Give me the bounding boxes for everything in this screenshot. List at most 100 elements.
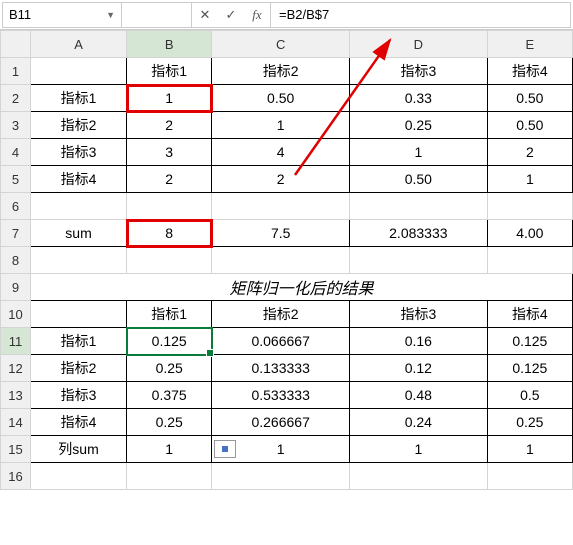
name-box[interactable]: B11 ▼	[2, 2, 122, 28]
fx-icon[interactable]: fx	[244, 3, 270, 27]
cell[interactable]: 指标4	[487, 58, 572, 85]
cell[interactable]: 1	[487, 436, 572, 463]
row-header[interactable]: 6	[1, 193, 31, 220]
row-header[interactable]: 8	[1, 247, 31, 274]
cell[interactable]: 0.133333	[212, 355, 350, 382]
cell[interactable]: 0.24	[350, 409, 488, 436]
cell[interactable]: 指标3	[350, 58, 488, 85]
cell[interactable]	[350, 193, 488, 220]
cell[interactable]: 指标2	[212, 58, 350, 85]
selected-cell[interactable]: 0.125	[127, 328, 212, 355]
row-header[interactable]: 2	[1, 85, 31, 112]
cell[interactable]	[31, 193, 127, 220]
cell[interactable]: 指标2	[31, 355, 127, 382]
spreadsheet[interactable]: A B C D E 1 指标1 指标2 指标3 指标4 2 指标1 1 0.50…	[0, 30, 573, 490]
cell[interactable]: 指标4	[31, 409, 127, 436]
cell[interactable]: 0.50	[212, 85, 350, 112]
cell[interactable]: 2	[487, 139, 572, 166]
cell[interactable]: 指标1	[31, 328, 127, 355]
cell[interactable]: 7.5	[212, 220, 350, 247]
col-header[interactable]: B	[127, 31, 212, 58]
cell[interactable]: 指标4	[487, 301, 572, 328]
cell[interactable]: 8	[127, 220, 212, 247]
chevron-down-icon[interactable]: ▼	[106, 10, 115, 20]
row-header[interactable]: 16	[1, 463, 31, 490]
merged-title-cell[interactable]: 矩阵归一化后的结果	[31, 274, 573, 301]
cell[interactable]: 1	[212, 436, 350, 463]
row-header[interactable]: 3	[1, 112, 31, 139]
cell[interactable]: 指标2	[212, 301, 350, 328]
cell[interactable]	[31, 247, 127, 274]
cell[interactable]: 0.5	[487, 382, 572, 409]
cell[interactable]: 2	[127, 112, 212, 139]
cell[interactable]: 0.50	[487, 85, 572, 112]
cell[interactable]: 0.48	[350, 382, 488, 409]
formula-input[interactable]: =B2/B$7	[271, 2, 571, 28]
cell[interactable]: 0.066667	[212, 328, 350, 355]
cell[interactable]: 1	[487, 166, 572, 193]
cell[interactable]: 指标4	[31, 166, 127, 193]
cell[interactable]: 指标2	[31, 112, 127, 139]
accept-icon[interactable]: ✓	[218, 3, 244, 27]
cell[interactable]	[31, 301, 127, 328]
cell[interactable]: 0.50	[487, 112, 572, 139]
row-header[interactable]: 7	[1, 220, 31, 247]
cell[interactable]: 0.25	[350, 112, 488, 139]
cell[interactable]: 0.12	[350, 355, 488, 382]
cell[interactable]: 1	[127, 436, 212, 463]
cell[interactable]: 1	[350, 436, 488, 463]
cell[interactable]: sum	[31, 220, 127, 247]
cell[interactable]	[350, 247, 488, 274]
cell[interactable]	[31, 463, 127, 490]
col-header[interactable]: C	[212, 31, 350, 58]
cell[interactable]: 0.33	[350, 85, 488, 112]
cell[interactable]: 1	[212, 112, 350, 139]
row-header[interactable]: 12	[1, 355, 31, 382]
cell[interactable]: 0.25	[487, 409, 572, 436]
cell[interactable]	[487, 463, 572, 490]
row-header[interactable]: 9	[1, 274, 31, 301]
cell[interactable]	[127, 193, 212, 220]
cell[interactable]	[212, 463, 350, 490]
cell[interactable]: 1	[127, 85, 212, 112]
row-header[interactable]: 13	[1, 382, 31, 409]
cell[interactable]	[212, 247, 350, 274]
select-all-corner[interactable]	[1, 31, 31, 58]
row-header[interactable]: 10	[1, 301, 31, 328]
cell[interactable]	[487, 247, 572, 274]
cell[interactable]: 1	[350, 139, 488, 166]
cell[interactable]: 2	[127, 166, 212, 193]
cell[interactable]: 指标1	[127, 301, 212, 328]
cell[interactable]: 0.25	[127, 409, 212, 436]
cell[interactable]: 2	[212, 166, 350, 193]
row-header[interactable]: 15	[1, 436, 31, 463]
col-header[interactable]: E	[487, 31, 572, 58]
cell[interactable]: 4.00	[487, 220, 572, 247]
cell[interactable]: 3	[127, 139, 212, 166]
cell[interactable]: 列sum	[31, 436, 127, 463]
row-header[interactable]: 1	[1, 58, 31, 85]
row-header[interactable]: 11	[1, 328, 31, 355]
row-header[interactable]: 5	[1, 166, 31, 193]
col-header[interactable]: A	[31, 31, 127, 58]
cell[interactable]	[350, 463, 488, 490]
cell[interactable]: 指标3	[31, 139, 127, 166]
row-header[interactable]: 4	[1, 139, 31, 166]
cell[interactable]: 0.125	[487, 328, 572, 355]
cell[interactable]: 0.125	[487, 355, 572, 382]
cell[interactable]	[212, 193, 350, 220]
cancel-icon[interactable]: ✕	[192, 3, 218, 27]
cell[interactable]: 0.266667	[212, 409, 350, 436]
cell[interactable]: 0.25	[127, 355, 212, 382]
cell[interactable]: 0.16	[350, 328, 488, 355]
cell[interactable]: 指标1	[127, 58, 212, 85]
cell[interactable]: 0.375	[127, 382, 212, 409]
cell[interactable]: 指标3	[350, 301, 488, 328]
cell[interactable]: 指标3	[31, 382, 127, 409]
row-header[interactable]: 14	[1, 409, 31, 436]
cell[interactable]	[127, 463, 212, 490]
cell[interactable]: 4	[212, 139, 350, 166]
col-header[interactable]: D	[350, 31, 488, 58]
cell[interactable]: 指标1	[31, 85, 127, 112]
cell[interactable]: 0.533333	[212, 382, 350, 409]
